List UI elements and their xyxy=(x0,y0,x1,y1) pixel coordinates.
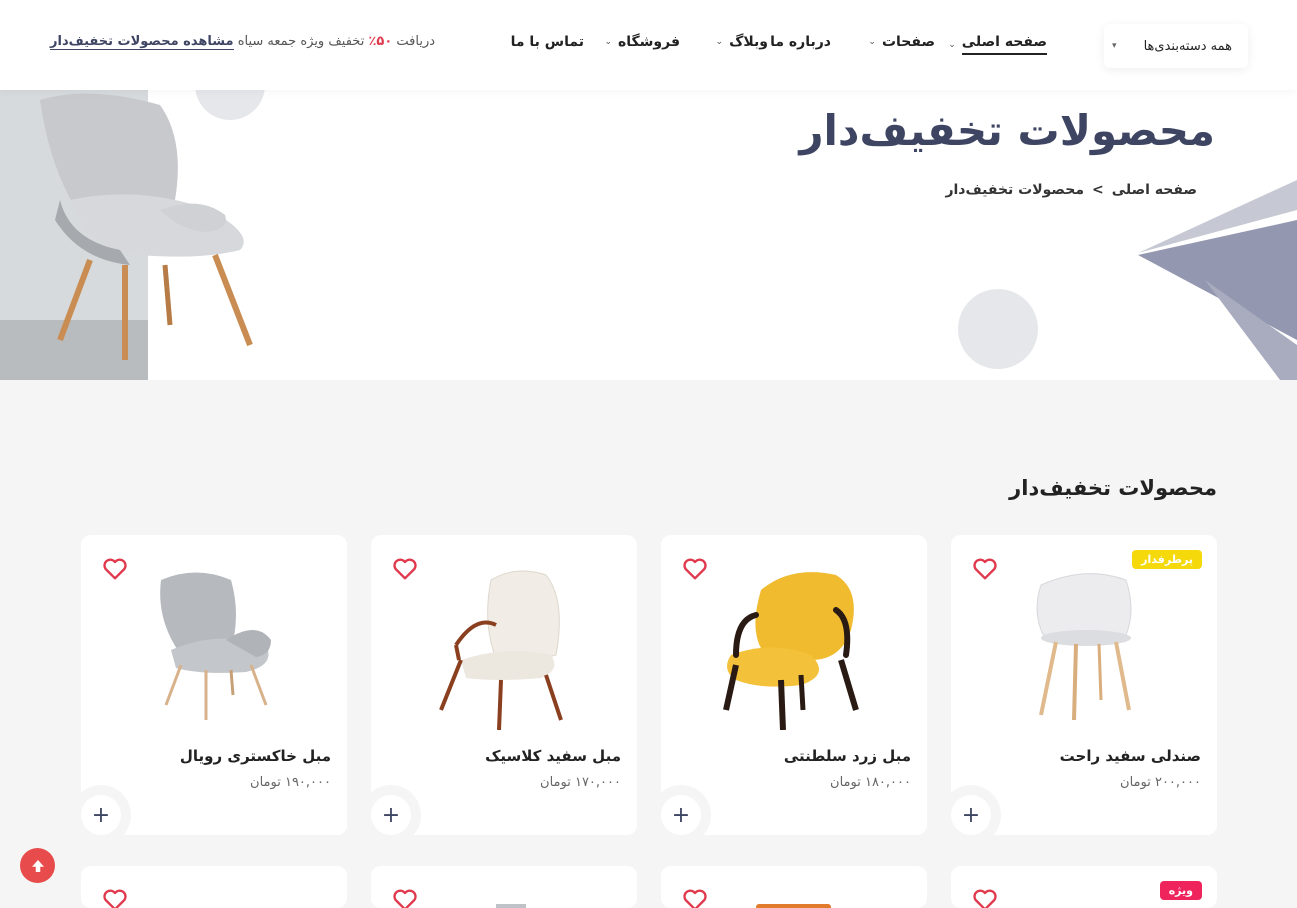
nav-contact[interactable]: تماس با ما xyxy=(511,34,584,50)
nav-home[interactable]: صفحه اصلی ⌄ xyxy=(948,34,1047,55)
promo-middle: تخفیف ویژه جمعه سیاه xyxy=(237,34,365,49)
heart-icon[interactable] xyxy=(971,886,999,908)
product-name[interactable]: مبل خاکستری رویال xyxy=(180,747,331,765)
page-hero: محصولات تخفیف‌دار صفحه اصلی > محصولات تخ… xyxy=(0,90,1297,380)
heart-icon[interactable] xyxy=(391,555,419,583)
product-card[interactable]: مبل سفید کلاسیک ۱۷۰,۰۰۰ تومان + xyxy=(371,535,637,835)
promo-prefix: دریافت xyxy=(396,34,436,49)
hero-decoration xyxy=(958,180,1297,380)
add-to-cart-button[interactable]: + xyxy=(661,785,711,835)
arrow-up-icon xyxy=(31,859,44,872)
nav-pages-label: صفحات xyxy=(881,34,935,50)
product-card[interactable] xyxy=(371,866,637,908)
heart-icon[interactable] xyxy=(101,555,129,583)
product-price: ۲۰۰,۰۰۰ تومان xyxy=(1120,775,1201,790)
product-name[interactable]: صندلی سفید راحت xyxy=(1060,747,1201,765)
scroll-to-top-button[interactable] xyxy=(20,848,55,883)
categories-label: همه دسته‌بندی‌ها xyxy=(1143,38,1232,54)
product-card[interactable]: پرطرفدار صندلی سفید راحت ۲۰۰,۰۰۰ تومان + xyxy=(951,535,1217,835)
product-image xyxy=(439,570,563,730)
chevron-down-icon: ⌄ xyxy=(868,37,876,47)
chevron-down-icon: ⌄ xyxy=(948,39,956,50)
product-card[interactable] xyxy=(81,866,347,908)
add-to-cart-button[interactable]: + xyxy=(81,785,131,835)
nav-about-label: درباره ما xyxy=(770,34,831,50)
nav-shop[interactable]: فروشگاه ⌄ xyxy=(604,34,680,50)
heart-icon[interactable] xyxy=(101,886,129,908)
product-name[interactable]: مبل زرد سلطنتی xyxy=(784,747,911,765)
promo-percent: ۵۰٪ xyxy=(368,34,393,49)
nav-shop-label: فروشگاه xyxy=(617,34,680,50)
heart-icon[interactable] xyxy=(681,555,709,583)
product-card[interactable] xyxy=(661,866,927,908)
product-price: ۱۷۰,۰۰۰ تومان xyxy=(540,775,621,790)
product-name[interactable]: مبل سفید کلاسیک xyxy=(485,747,621,765)
nav-contact-label: تماس با ما xyxy=(510,34,584,50)
promo-banner: دریافت ۵۰٪ تخفیف ویژه جمعه سیاه مشاهده م… xyxy=(50,34,436,50)
site-header: همه دسته‌بندی‌ها ▾ صفحه اصلی ⌄ صفحات ⌄ د… xyxy=(0,0,1297,90)
section-title: محصولات تخفیف‌دار xyxy=(1009,476,1217,500)
promo-link[interactable]: مشاهده محصولات تخفیف‌دار xyxy=(50,34,234,50)
product-price: ۱۹۰,۰۰۰ تومان xyxy=(250,775,331,790)
product-image xyxy=(496,904,526,908)
product-image xyxy=(160,572,271,720)
plus-icon: + xyxy=(951,795,991,835)
plus-icon: + xyxy=(81,795,121,835)
nav-blog[interactable]: وبلاگ ⌄ xyxy=(716,34,768,50)
nav-blog-label: وبلاگ xyxy=(729,34,768,50)
heart-icon[interactable] xyxy=(681,886,709,908)
product-image xyxy=(1036,573,1132,721)
add-to-cart-button[interactable]: + xyxy=(371,785,421,835)
hero-chair-image xyxy=(0,90,320,380)
product-card[interactable]: ویژه xyxy=(951,866,1217,908)
heart-icon[interactable] xyxy=(971,555,999,583)
categories-dropdown[interactable]: همه دسته‌بندی‌ها ▾ xyxy=(1104,24,1248,68)
nav-about[interactable]: درباره ما xyxy=(770,34,831,50)
heart-icon[interactable] xyxy=(391,886,419,908)
page-title: محصولات تخفیف‌دار xyxy=(799,106,1215,155)
nav-home-label: صفحه اصلی xyxy=(961,34,1047,55)
chevron-down-icon: ⌄ xyxy=(715,37,724,47)
product-card[interactable]: مبل زرد سلطنتی ۱۸۰,۰۰۰ تومان + xyxy=(661,535,927,835)
product-image xyxy=(723,572,859,730)
nav-pages[interactable]: صفحات ⌄ xyxy=(868,34,935,50)
product-image xyxy=(756,904,831,908)
plus-icon: + xyxy=(661,795,701,835)
plus-icon: + xyxy=(371,795,411,835)
chevron-down-icon: ▾ xyxy=(1112,41,1117,51)
product-price: ۱۸۰,۰۰۰ تومان xyxy=(830,775,911,790)
add-to-cart-button[interactable]: + xyxy=(951,785,1001,835)
product-card[interactable]: مبل خاکستری رویال ۱۹۰,۰۰۰ تومان + xyxy=(81,535,347,835)
chevron-down-icon: ⌄ xyxy=(604,37,612,47)
product-badge: ویژه xyxy=(1159,881,1202,900)
